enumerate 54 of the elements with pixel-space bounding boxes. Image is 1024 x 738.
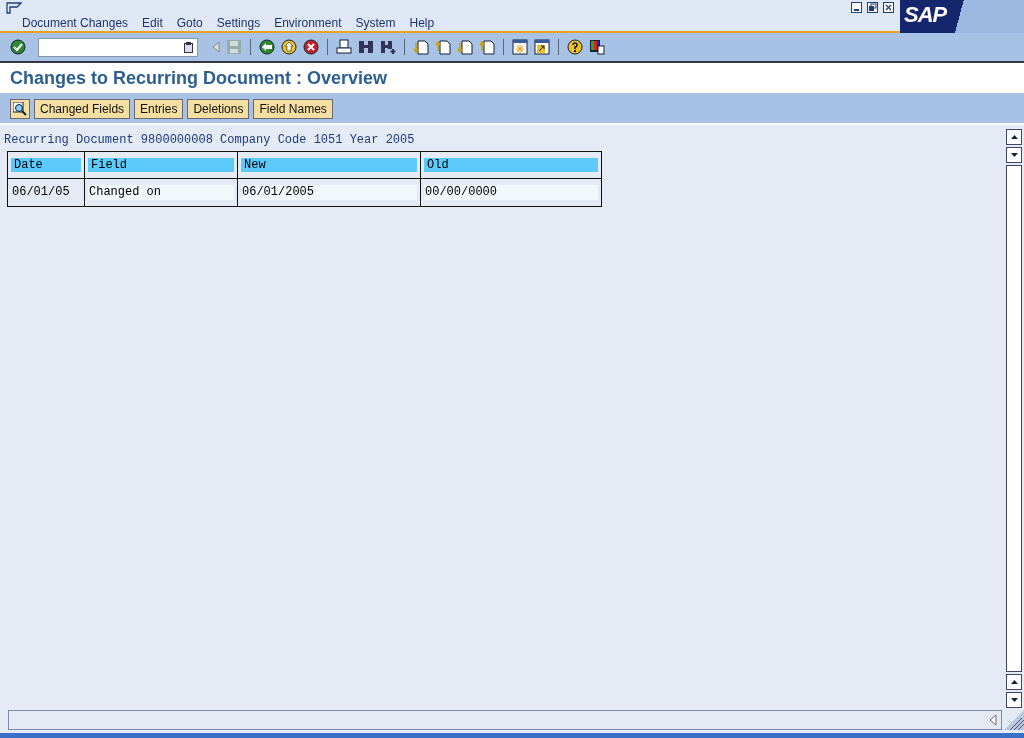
clipboard-icon xyxy=(184,41,193,53)
table-cell: Changed on xyxy=(88,185,234,200)
menu-item[interactable]: Edit xyxy=(142,16,163,30)
scroll-down-button[interactable] xyxy=(1006,147,1022,163)
menu-item[interactable]: Environment xyxy=(274,16,342,30)
resize-grip-icon[interactable] xyxy=(1002,710,1024,730)
toolbar-button[interactable]: Entries xyxy=(134,99,184,119)
column-header[interactable]: New xyxy=(241,158,417,172)
magnifier-button[interactable] xyxy=(10,99,30,119)
sap-logo: SAP xyxy=(903,2,947,27)
monitor-icon[interactable] xyxy=(589,39,605,55)
page-arrow-icon[interactable] xyxy=(413,39,429,55)
menu-item[interactable]: Goto xyxy=(176,16,203,30)
column-header[interactable]: Date xyxy=(11,158,81,172)
restore-icon[interactable] xyxy=(867,2,878,13)
close-icon[interactable] xyxy=(883,2,894,13)
shortcut-icon[interactable] xyxy=(534,39,550,55)
table-cell-text: 06/01/05 xyxy=(11,185,71,200)
toolbar-button[interactable]: Changed Fields xyxy=(34,99,131,119)
screen-title: Changes to Recurring Document : Overview xyxy=(10,67,388,89)
column-header[interactable]: Old xyxy=(424,158,598,172)
menu-item[interactable]: Settings xyxy=(216,16,261,30)
table-cell: 00/00/0000 xyxy=(424,185,598,200)
scroll-down-button[interactable] xyxy=(1006,692,1022,708)
column-header[interactable]: Field xyxy=(88,158,234,172)
scroll-up-button[interactable] xyxy=(1006,129,1022,145)
new-window-icon[interactable] xyxy=(512,39,528,55)
page-arrow-icon[interactable] xyxy=(435,39,451,55)
page-arrow-icon[interactable] xyxy=(479,39,495,55)
binoculars-plus-icon[interactable] xyxy=(380,39,396,55)
minimize-icon[interactable] xyxy=(851,2,862,13)
back-icon[interactable] xyxy=(259,39,275,55)
binoculars-icon[interactable] xyxy=(358,39,374,55)
toolbar-button[interactable]: Field Names xyxy=(253,99,333,119)
scroll-up-button[interactable] xyxy=(1006,674,1022,690)
document-info-line: Recurring Document 9800000008 Company Code 1051 Year 2005 xyxy=(4,133,416,147)
menu-item[interactable]: System xyxy=(355,16,396,30)
cancel-icon[interactable] xyxy=(303,39,319,55)
toolbar-button[interactable]: Deletions xyxy=(187,99,250,119)
triangle-down-icon xyxy=(1010,153,1018,157)
page-arrow-icon[interactable] xyxy=(457,39,473,55)
check-icon[interactable] xyxy=(10,39,26,55)
triangle-down-icon xyxy=(1010,698,1018,702)
menu-item[interactable]: Help xyxy=(409,16,435,30)
window-menu-icon[interactable] xyxy=(6,2,22,14)
menu-item[interactable]: Document Changes xyxy=(22,16,129,30)
triangle-up-icon xyxy=(1010,135,1018,139)
exit-icon[interactable] xyxy=(281,39,297,55)
help-icon[interactable] xyxy=(567,39,583,55)
triangle-up-icon xyxy=(1010,680,1018,684)
table-cell: 06/01/2005 xyxy=(241,185,417,200)
print-icon[interactable] xyxy=(336,39,352,55)
command-field[interactable] xyxy=(38,37,198,57)
triangle-left-icon[interactable] xyxy=(989,714,997,726)
